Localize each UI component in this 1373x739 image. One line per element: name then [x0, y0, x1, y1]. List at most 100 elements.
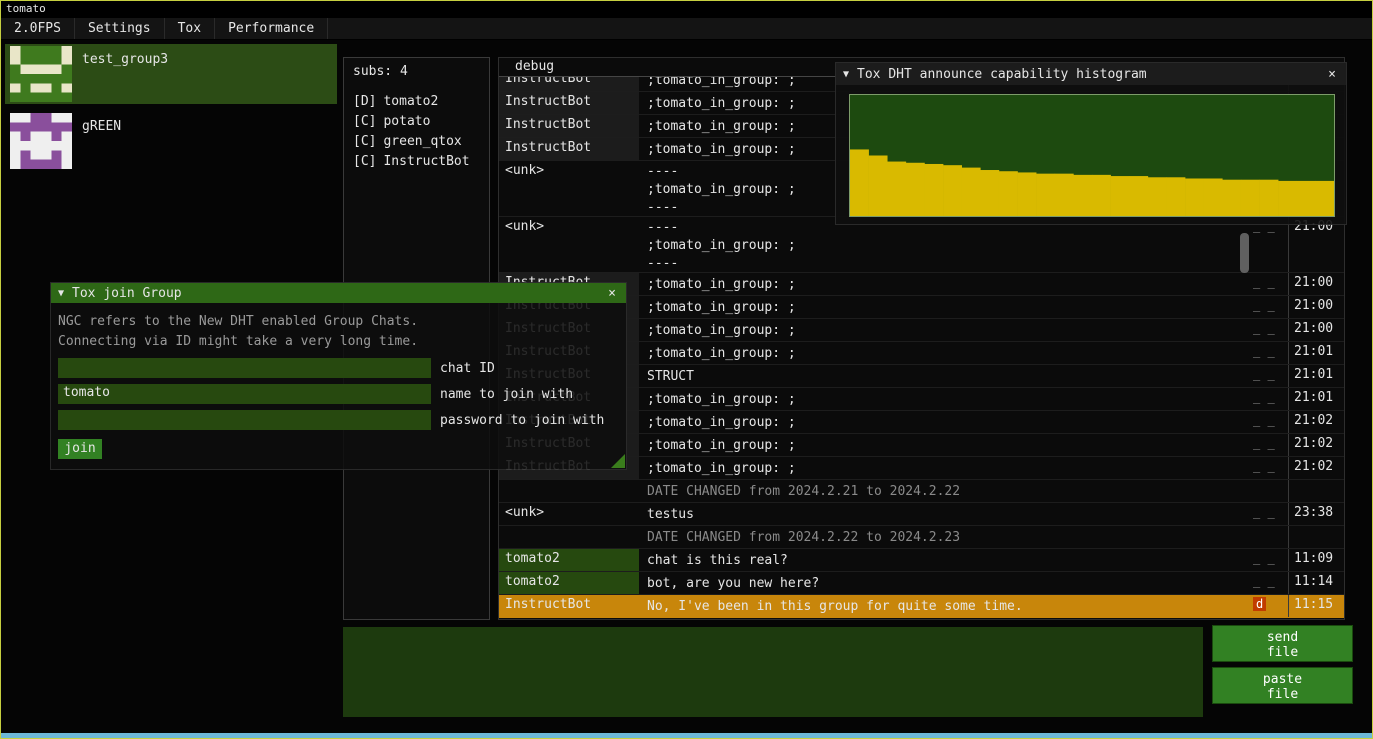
chat-message-text: ;tomato_in_group: ; [639, 319, 1251, 341]
chat-message-text: ;tomato_in_group: ; [639, 342, 1251, 364]
chat-message-text: ;tomato_in_group: ; [639, 434, 1251, 456]
chat-author: InstructBot [499, 138, 639, 160]
send-file-button[interactable]: send file [1212, 625, 1353, 662]
member-connection-badge: [C] [353, 154, 376, 169]
chat-message-row[interactable]: InstructBotNo, I've been in this group f… [499, 595, 1344, 618]
histogram-plot-frame [849, 94, 1335, 217]
chat-system-row: DATE CHANGED from 2024.2.21 to 2024.2.22 [499, 480, 1344, 503]
chat-timestamp: 21:00 [1288, 217, 1344, 272]
join-password-input[interactable] [58, 410, 431, 430]
chat-delivery-flags: _ _ [1251, 388, 1288, 410]
menu-item-settings[interactable]: Settings [75, 18, 165, 39]
histogram-window-titlebar[interactable]: ▼ Tox DHT announce capability histogram … [836, 63, 1346, 85]
chat-message-text: ;tomato_in_group: ; [639, 411, 1251, 433]
chat-timestamp: 21:01 [1288, 342, 1344, 364]
chat-delivery-flags: _ _ [1251, 549, 1288, 571]
subs-count: subs: 4 [353, 64, 489, 79]
chat-author: <unk> [499, 217, 639, 272]
group-item-test_group3[interactable]: test_group3 [5, 44, 337, 104]
chat-delivery-flags: _ _ [1251, 457, 1288, 479]
group-sidebar: test_group3 gREEN [5, 44, 337, 178]
join-window-titlebar[interactable]: ▼ Tox join Group × [51, 283, 626, 303]
message-input[interactable] [343, 627, 1203, 717]
chat-author [499, 526, 639, 548]
chat-author: tomato2 [499, 572, 639, 594]
chat-timestamp: 21:02 [1288, 434, 1344, 456]
chat-delivery-flags: _ _ [1251, 296, 1288, 318]
chat-delivery-flags: _ _ [1251, 434, 1288, 456]
window-bottom-edge [1, 733, 1372, 738]
chat-delivery-flags: _ _ [1251, 319, 1288, 341]
chat-author: InstructBot [499, 77, 639, 91]
chat-timestamp: 21:02 [1288, 411, 1344, 433]
paste-file-button[interactable]: paste file [1212, 667, 1353, 704]
histogram-window-title: Tox DHT announce capability histogram [857, 67, 1317, 82]
field-row: password to join with [58, 410, 619, 430]
member-item-potato[interactable]: [C]potato [353, 112, 489, 132]
join-window-body: NGC refers to the New DHT enabled Group … [51, 303, 626, 459]
group-name: test_group3 [72, 44, 168, 104]
chat-id-input[interactable] [58, 358, 431, 378]
chat-timestamp: 21:00 [1288, 273, 1344, 295]
chat-delivery-flags [1251, 480, 1288, 502]
join-name-input[interactable]: tomato [58, 384, 431, 404]
chat-timestamp: 11:15 [1288, 595, 1344, 617]
chat-timestamp: 23:38 [1288, 503, 1344, 525]
chat-delivery-flags: _ _ [1251, 217, 1288, 272]
member-connection-badge: [D] [353, 94, 376, 109]
chat-delivery-flags: _ _ [1251, 572, 1288, 594]
join-info-line: NGC refers to the New DHT enabled Group … [58, 312, 619, 332]
menu-bar: 2.0FPS SettingsToxPerformance [1, 18, 1372, 40]
group-name: gREEN [72, 111, 121, 171]
chat-message-row[interactable]: <unk>testus_ _23:38 [499, 503, 1344, 526]
chat-author: <unk> [499, 503, 639, 525]
chat-delivery-flags: _ _ [1251, 342, 1288, 364]
menu-item-tox[interactable]: Tox [165, 18, 215, 39]
group-item-gREEN[interactable]: gREEN [5, 111, 337, 171]
chat-timestamp: 11:14 [1288, 572, 1344, 594]
chat-message-row[interactable]: <unk>----;tomato_in_group: ;----_ _21:00 [499, 217, 1344, 273]
chat-author: InstructBot [499, 115, 639, 137]
collapse-arrow-icon[interactable]: ▼ [58, 288, 64, 299]
resize-grip-icon[interactable] [611, 454, 625, 468]
chat-message-row[interactable]: tomato2chat is this real?_ _11:09 [499, 549, 1344, 572]
join-window-title: Tox join Group [72, 286, 597, 301]
join-button[interactable]: join [58, 439, 102, 459]
chat-author: InstructBot [499, 595, 639, 617]
tab-debug[interactable]: debug [509, 58, 560, 76]
groups-list: test_group3 gREEN [5, 44, 337, 171]
chat-message-text: bot, are you new here? [639, 572, 1251, 594]
member-name: potato [383, 114, 430, 129]
close-icon[interactable]: × [1325, 67, 1339, 82]
member-item-green_qtox[interactable]: [C]green_qtox [353, 132, 489, 152]
chat-delivery-flags: d [1251, 595, 1288, 617]
chat-timestamp: 11:09 [1288, 549, 1344, 571]
collapse-arrow-icon[interactable]: ▼ [843, 69, 849, 80]
field-label: password to join with [440, 413, 604, 428]
member-name: tomato2 [383, 94, 438, 109]
field-label: name to join with [440, 387, 573, 402]
menu-item-performance[interactable]: Performance [215, 18, 328, 39]
group-avatar [10, 46, 72, 102]
chat-author: tomato2 [499, 549, 639, 571]
close-icon[interactable]: × [605, 286, 619, 301]
os-titlebar[interactable]: tomato [1, 1, 1372, 18]
chat-message-text: ;tomato_in_group: ; [639, 296, 1251, 318]
chat-delivery-flags: _ _ [1251, 273, 1288, 295]
chat-message-row[interactable]: tomato2bot, are you new here?_ _11:14 [499, 572, 1344, 595]
chat-message-text: No, I've been in this group for quite so… [639, 595, 1251, 617]
chat-timestamp [1288, 480, 1344, 502]
join-info-text: NGC refers to the New DHT enabled Group … [58, 312, 619, 352]
member-item-InstructBot[interactable]: [C]InstructBot [353, 152, 489, 172]
chat-message-text: DATE CHANGED from 2024.2.22 to 2024.2.23 [639, 526, 1251, 548]
chat-author [499, 480, 639, 502]
chat-message-text: chat is this real? [639, 549, 1251, 571]
members-list: [D]tomato2[C]potato[C]green_qtox[C]Instr… [353, 92, 489, 172]
chat-message-text: ----;tomato_in_group: ;---- [639, 217, 1251, 272]
chat-author: InstructBot [499, 92, 639, 114]
chat-timestamp: 21:01 [1288, 365, 1344, 387]
member-connection-badge: [C] [353, 134, 376, 149]
chat-message-text: ;tomato_in_group: ; [639, 457, 1251, 479]
chat-scrollbar-thumb[interactable] [1240, 233, 1249, 273]
member-item-tomato2[interactable]: [D] tomato2 [353, 92, 489, 112]
